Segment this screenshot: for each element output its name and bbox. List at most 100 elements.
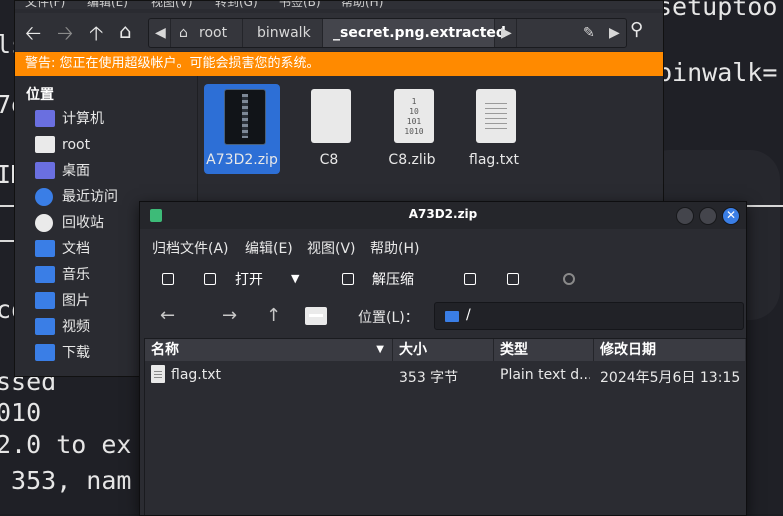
binary-glyph: 1 10 101 1010 — [404, 97, 424, 136]
sidebar-item-label: 图片 — [62, 293, 90, 309]
archive-menubar: 归档文件(A) 编辑(E) 视图(V) 帮助(H) — [140, 229, 746, 263]
search-icon[interactable]: ⚲ — [630, 19, 643, 40]
back-arrow-icon[interactable]: 🡠 — [25, 19, 41, 53]
trash-icon — [35, 214, 53, 232]
cell-type: Plain text d... — [500, 367, 590, 383]
extract-button[interactable]: 解压缩 — [372, 269, 414, 289]
menu-go[interactable]: 转到(G) — [215, 1, 258, 10]
text-file-icon — [476, 89, 516, 143]
folder-icon — [445, 311, 459, 322]
menu-bookmarks[interactable]: 书签(B) — [279, 1, 321, 10]
stop-icon[interactable] — [563, 273, 575, 285]
sidebar-item-1[interactable]: root — [35, 133, 195, 157]
close-button[interactable]: ✕ — [722, 207, 740, 225]
file-name: A73D2.zip — [206, 152, 278, 168]
sidebar-item-label: 回收站 — [62, 215, 104, 231]
archive-manager-window: A73D2.zip ✕ 归档文件(A) 编辑(E) 视图(V) 帮助(H) 打开… — [139, 201, 747, 516]
cell-name: flag.txt — [171, 367, 221, 383]
add-files-icon[interactable] — [464, 273, 476, 285]
videos-folder-icon — [35, 318, 55, 335]
location-input[interactable]: / — [434, 302, 744, 330]
terminal-line: 2.0 to ex — [0, 430, 132, 459]
archive-titlebar[interactable]: A73D2.zip ✕ — [140, 202, 746, 229]
back-arrow-icon[interactable]: ← — [160, 305, 175, 326]
add-folder-icon[interactable] — [507, 273, 519, 285]
menu-edit[interactable]: 编辑(E) — [87, 1, 128, 10]
archive-file-list: 名称 ▼ 大小 类型 修改日期 flag.txt 353 字节 Plain text… — [144, 338, 746, 515]
up-arrow-icon[interactable]: ↑ — [266, 305, 281, 326]
file-item[interactable]: A73D2.zip — [204, 84, 280, 174]
pictures-folder-icon — [35, 292, 55, 309]
file-item[interactable]: flag.txt — [456, 84, 532, 174]
breadcrumb-extracted[interactable]: _secret.png.extracted — [323, 19, 506, 47]
minimize-button[interactable] — [676, 207, 694, 225]
column-type[interactable]: 类型 — [494, 339, 594, 361]
open-dropdown-chevron-icon[interactable]: ▼ — [291, 272, 299, 285]
open-button[interactable]: 打开 — [235, 269, 263, 289]
forward-arrow-icon[interactable]: → — [222, 305, 237, 326]
menu-archive[interactable]: 归档文件(A) — [152, 238, 229, 258]
path-scroll-right-2[interactable]: ▶ — [605, 19, 625, 47]
home-folder-icon — [35, 136, 55, 153]
path-scroll-right[interactable]: ▶ — [495, 19, 517, 47]
home-small-icon: ⌂ — [179, 25, 188, 41]
table-row[interactable]: flag.txt 353 字节 Plain text d... 2024年5月6日 1… — [145, 363, 745, 389]
file-manager-toolbar: 🡠 🡢 🡡 ⌂ ◀ ⌂ root binwalk _secret.png.ext… — [15, 13, 663, 51]
blank-file-icon — [311, 89, 351, 143]
location-value: / — [466, 307, 471, 323]
desktop-icon — [35, 162, 55, 179]
new-archive-icon[interactable] — [162, 273, 174, 285]
extract-icon[interactable] — [342, 273, 354, 285]
archive-toolbar: 打开 ▼ 解压缩 — [140, 263, 746, 295]
sidebar-item-label: 桌面 — [62, 163, 90, 179]
column-modified[interactable]: 修改日期 — [594, 339, 745, 361]
breadcrumb-root[interactable]: ⌂ root — [171, 19, 243, 47]
cell-modified: 2024年5月6日 13:15 — [600, 370, 741, 386]
sidebar-item-label: 音乐 — [62, 267, 90, 283]
column-name[interactable]: 名称 ▼ — [145, 339, 393, 361]
menu-help[interactable]: 帮助(H) — [370, 238, 419, 258]
home-icon[interactable]: ⌂ — [119, 19, 132, 43]
sidebar-item-2[interactable]: 桌面 — [35, 159, 195, 183]
file-item[interactable]: 1 10 101 1010 C8.zlib — [374, 84, 450, 174]
terminal-line: 353, nam — [0, 466, 132, 495]
cell-size: 353 字节 — [399, 370, 459, 386]
breadcrumb-binwalk[interactable]: binwalk — [243, 19, 323, 47]
terminal-rule-mid — [0, 240, 15, 242]
up-arrow-icon[interactable]: 🡡 — [89, 19, 103, 53]
archive-window-title: A73D2.zip — [408, 207, 478, 221]
sidebar-item-0[interactable]: 计算机 — [35, 107, 195, 131]
file-item[interactable]: C8 — [291, 84, 367, 174]
file-name: flag.txt — [469, 152, 519, 168]
path-scroll-left[interactable]: ◀ — [149, 19, 171, 47]
file-name: C8.zlib — [388, 152, 436, 168]
sidebar-item-label: 最近访问 — [62, 189, 118, 205]
computer-icon — [35, 110, 55, 127]
sidebar-item-label: 计算机 — [62, 111, 104, 127]
open-icon[interactable] — [204, 273, 216, 285]
column-size[interactable]: 大小 — [393, 339, 494, 361]
edit-path-icon[interactable]: ✎ — [579, 19, 603, 47]
superuser-warning-bar: 警告: 您正在使用超级帐户。可能会损害您的系统。 — [15, 52, 663, 76]
file-manager-menubar: 文件(F) 编辑(E) 视图(V) 转到(G) 书签(B) 帮助(H) — [15, 1, 663, 10]
maximize-button[interactable] — [699, 207, 717, 225]
sort-chevron-down-icon: ▼ — [376, 344, 384, 355]
sidebar-item-label: 下载 — [62, 345, 90, 361]
menu-file[interactable]: 文件(F) — [25, 1, 65, 10]
menu-edit[interactable]: 编辑(E) — [245, 238, 293, 258]
sidebar-item-label: 视频 — [62, 319, 90, 335]
home-folder-icon[interactable] — [305, 307, 327, 325]
menu-help[interactable]: 帮助(H) — [341, 1, 383, 10]
zip-file-icon — [224, 89, 266, 145]
terminal-line: binwalk= — [657, 58, 778, 87]
recent-icon — [35, 188, 53, 206]
documents-folder-icon — [35, 240, 55, 257]
text-lines — [485, 103, 507, 131]
forward-arrow-icon[interactable]: 🡢 — [57, 19, 73, 53]
menu-view[interactable]: 视图(V) — [307, 238, 356, 258]
location-label: 位置(L)： — [358, 310, 419, 326]
terminal-line: 010 — [0, 398, 42, 427]
downloads-folder-icon — [35, 344, 55, 361]
text-file-icon — [151, 365, 165, 383]
menu-view[interactable]: 视图(V) — [151, 1, 193, 10]
